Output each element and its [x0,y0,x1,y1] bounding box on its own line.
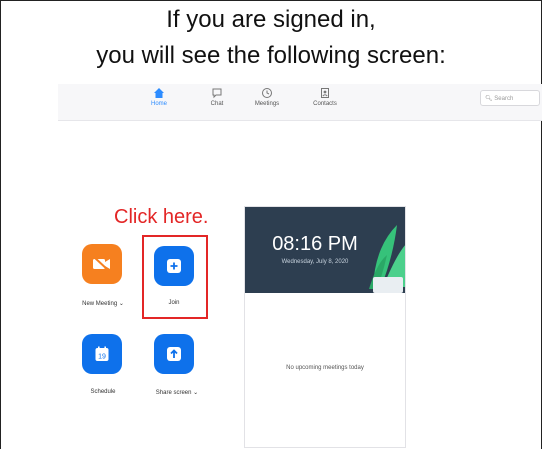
calendar-icon: 19 [95,346,109,361]
upcoming-meetings-card: 08:16 PM Wednesday, July 8, 2020 No upco… [244,206,406,448]
join-label: Join [168,300,180,306]
nav-item-meetings[interactable]: Meetings [242,87,292,107]
share-screen-text: Share screen [155,390,192,396]
click-here-annotation: Click here. [114,206,209,228]
chevron-down-icon[interactable]: ⌄ [119,301,124,307]
search-placeholder: Search [494,96,514,102]
share-screen-label: Share screen ⌄ [142,389,212,396]
clock-time: 08:16 PM [272,233,358,255]
new-meeting-label: New Meeting ⌄ [68,300,138,307]
schedule-label: Schedule [90,389,116,395]
nav-item-contacts[interactable]: Contacts [300,87,350,107]
plus-icon [167,259,181,273]
home-icon [154,88,164,98]
video-off-icon [93,256,110,272]
nav-item-chat[interactable]: Chat [192,87,242,107]
nav-label-contacts: Contacts [313,101,337,107]
search-input[interactable]: 🔍︎ Search [480,90,540,106]
no-meetings-text: No upcoming meetings today [286,365,364,371]
card-header: 08:16 PM Wednesday, July 8, 2020 [245,207,405,293]
clock-date: Wednesday, July 8, 2020 [281,259,349,265]
nav-label-meetings: Meetings [254,101,280,107]
share-screen-button[interactable] [154,334,194,374]
top-nav-bar: Home Chat Meetings Contacts 🔍︎ Search [58,84,542,121]
nav-item-home[interactable]: Home [134,87,184,107]
calendar-day: 19 [98,354,106,361]
new-meeting-button[interactable] [82,244,122,284]
new-meeting-text: New Meeting [82,301,118,307]
join-button[interactable] [154,246,194,286]
nav-label-home: Home [150,101,167,107]
share-arrow-icon [167,347,181,361]
chat-icon [212,88,222,99]
headline-line-1: If you are signed in, [166,6,376,33]
contacts-icon [321,88,329,98]
headline-line-2: you will see the following screen: [96,42,446,69]
search-icon: 🔍︎ [485,96,493,102]
chevron-down-icon[interactable]: ⌄ [193,390,198,396]
nav-label-chat: Chat [210,101,224,107]
schedule-button[interactable]: 19 [82,334,122,374]
clock-icon [262,88,272,98]
